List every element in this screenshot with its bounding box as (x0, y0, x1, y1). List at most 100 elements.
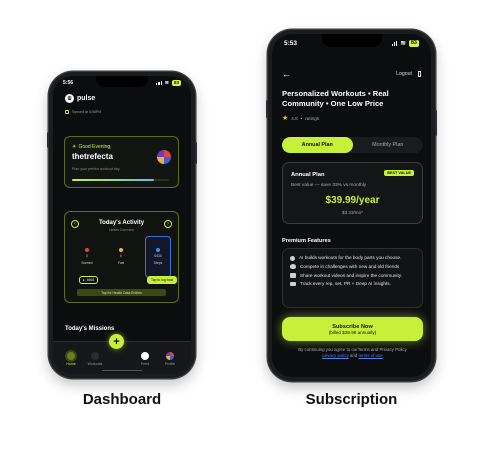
log-food-pill[interactable]: Tap to log food (147, 276, 178, 284)
greeting-text: Good Evening, (78, 144, 112, 150)
volume-button (47, 132, 49, 148)
status-time: 5:53 (284, 39, 298, 47)
log-food-text: Tap to log food (151, 278, 174, 282)
monthly-plan-tab[interactable]: Monthly Plan (353, 137, 424, 153)
status-bar: 5:53 ≋ 83 (272, 34, 431, 52)
stat-value: 0 (86, 254, 88, 258)
stat-value: 0 (120, 254, 122, 258)
subscription-screen: 5:53 ≋ 83 ← Logout Personalized Workouts… (272, 34, 431, 377)
stat-value: 6430 (154, 254, 162, 258)
avatar[interactable] (157, 150, 171, 164)
battery-icon: 83 (171, 80, 181, 86)
best-value-badge: BEST VALUE (384, 170, 414, 176)
greeting-progress-bar (72, 179, 169, 181)
tab-bar: + Home Workouts Feed Profile (53, 334, 191, 374)
subscribe-button[interactable]: Subscribe Now (billed $39.99 annually) (282, 317, 423, 341)
stat-label: Burned (81, 261, 93, 265)
status-time: 5:56 (63, 80, 74, 86)
tab-home[interactable]: Home (61, 352, 81, 366)
activity-subtitle: Health Overview (109, 228, 134, 232)
star-icon: ★ (282, 115, 289, 122)
status-bar: 5:56 ≋ 83 (53, 76, 191, 90)
plan-price: $39.99/year (325, 195, 380, 206)
rating: ★ 4.8 • ratings (282, 114, 319, 122)
shoe-icon: ▸ (83, 278, 85, 282)
greeting-progress-fill (72, 179, 155, 181)
tab-label: Home (66, 362, 76, 366)
logout-icon[interactable] (418, 71, 421, 77)
privacy-policy-link[interactable]: privacy policy (322, 353, 348, 358)
greeting-card[interactable]: ☀ Good Evening, thetrefecta Plan your pe… (64, 136, 179, 188)
tab-feed[interactable]: Feed (135, 352, 155, 366)
page-title: Personalized Workouts • Real Community •… (282, 89, 389, 108)
sun-icon: ☀ (72, 144, 77, 150)
tab-workouts[interactable]: Workouts (85, 352, 105, 366)
logout-button[interactable]: Logout (396, 71, 412, 77)
profile-avatar-icon (166, 352, 174, 360)
add-button[interactable]: + (109, 334, 124, 349)
bar-chart-icon (290, 281, 296, 286)
feature-item: Track every rep, set, PR + Deep AI insig… (290, 281, 415, 287)
signal-icon (156, 81, 162, 85)
health-data-button[interactable]: Tap for Health Data Entries (77, 289, 166, 296)
sparkle-icon (290, 255, 295, 261)
feature-text: AI builds workouts for the body parts yo… (299, 255, 402, 260)
wifi-icon: ≋ (164, 80, 169, 86)
battery-icon: 83 (408, 39, 419, 47)
top-bar: ← Logout (282, 69, 421, 79)
power-button (195, 142, 197, 164)
volume-button (266, 100, 268, 118)
steps-pill-text: 6665 (86, 278, 95, 282)
steps-pill[interactable]: ▸ 6665 (79, 276, 99, 284)
annual-plan-tab[interactable]: Annual Plan (282, 137, 353, 153)
feature-item: AI builds workouts for the body parts yo… (290, 255, 415, 261)
back-arrow-icon[interactable]: ← (282, 69, 291, 79)
dumbbell-icon (91, 352, 99, 360)
pulse-logo-icon: ᗯ (65, 94, 74, 103)
plan-monthly-price: $3.33/mo* (342, 210, 363, 215)
home-indicator (102, 369, 142, 371)
feature-item: Share workout videos and inspire the com… (290, 273, 415, 279)
flame-icon (85, 248, 89, 252)
feature-text: Compete in challenges with new and old f… (300, 263, 400, 269)
subscribe-billing: (billed $39.99 annually) (328, 329, 377, 335)
activity-card: ‹ › Today's Activity Health Overview 0 B… (64, 211, 179, 303)
wifi-icon: ≋ (400, 40, 406, 47)
stat-burned[interactable]: 0 Burned (77, 248, 97, 265)
sync-status: Synced at 5:56PM (65, 110, 101, 114)
legal-and: and (349, 353, 358, 358)
feature-item: Compete in challenges with new and old f… (290, 264, 415, 270)
stat-steps[interactable]: 6430 Steps (148, 248, 168, 265)
subscription-caption: Subscription (305, 391, 398, 408)
plan-toggle: Annual Plan Monthly Plan (282, 137, 423, 153)
plan-card[interactable]: Annual Plan BEST VALUE Best value — save… (282, 162, 423, 224)
dashboard-screen: 5:56 ≋ 83 ᗯ pulse Synced at 5:56PM ☀ Goo… (53, 76, 191, 374)
plan-name: Annual Plan (291, 172, 325, 178)
sync-text: Synced at 5:56PM (72, 110, 102, 114)
greeting-subtitle: Plan your perfect workout day (72, 167, 120, 171)
home-icon (67, 352, 75, 360)
brand-name: pulse (77, 95, 96, 102)
signal-icon (391, 40, 398, 46)
tab-profile[interactable]: Profile (160, 352, 180, 366)
video-camera-icon (290, 273, 296, 279)
plan-savings: Best value — save 33% vs monthly (291, 183, 367, 188)
missions-title: Today's Missions (65, 326, 115, 332)
activity-title: Today's Activity (98, 220, 145, 226)
dashboard-phone: 5:56 ≋ 83 ᗯ pulse Synced at 5:56PM ☀ Goo… (47, 72, 197, 378)
features-title: Premium Features (282, 238, 331, 244)
power-button (435, 110, 437, 136)
stat-fuel[interactable]: 0 Fuel (111, 248, 131, 265)
steps-icon (156, 248, 160, 252)
rating-text: ratings (305, 115, 320, 121)
stat-label: Fuel (117, 261, 125, 265)
tab-label: Feed (141, 362, 149, 366)
feature-text: Track every rep, set, PR + Deep AI insig… (300, 281, 391, 287)
heart-icon (290, 264, 296, 270)
app-header: ᗯ pulse (65, 94, 95, 103)
feature-text: Share workout videos and inspire the com… (300, 272, 403, 278)
features-list: AI builds workouts for the body parts yo… (282, 248, 423, 308)
rating-value: 4.8 (291, 115, 298, 121)
feed-icon (141, 352, 149, 360)
terms-link[interactable]: terms of use (358, 353, 382, 358)
